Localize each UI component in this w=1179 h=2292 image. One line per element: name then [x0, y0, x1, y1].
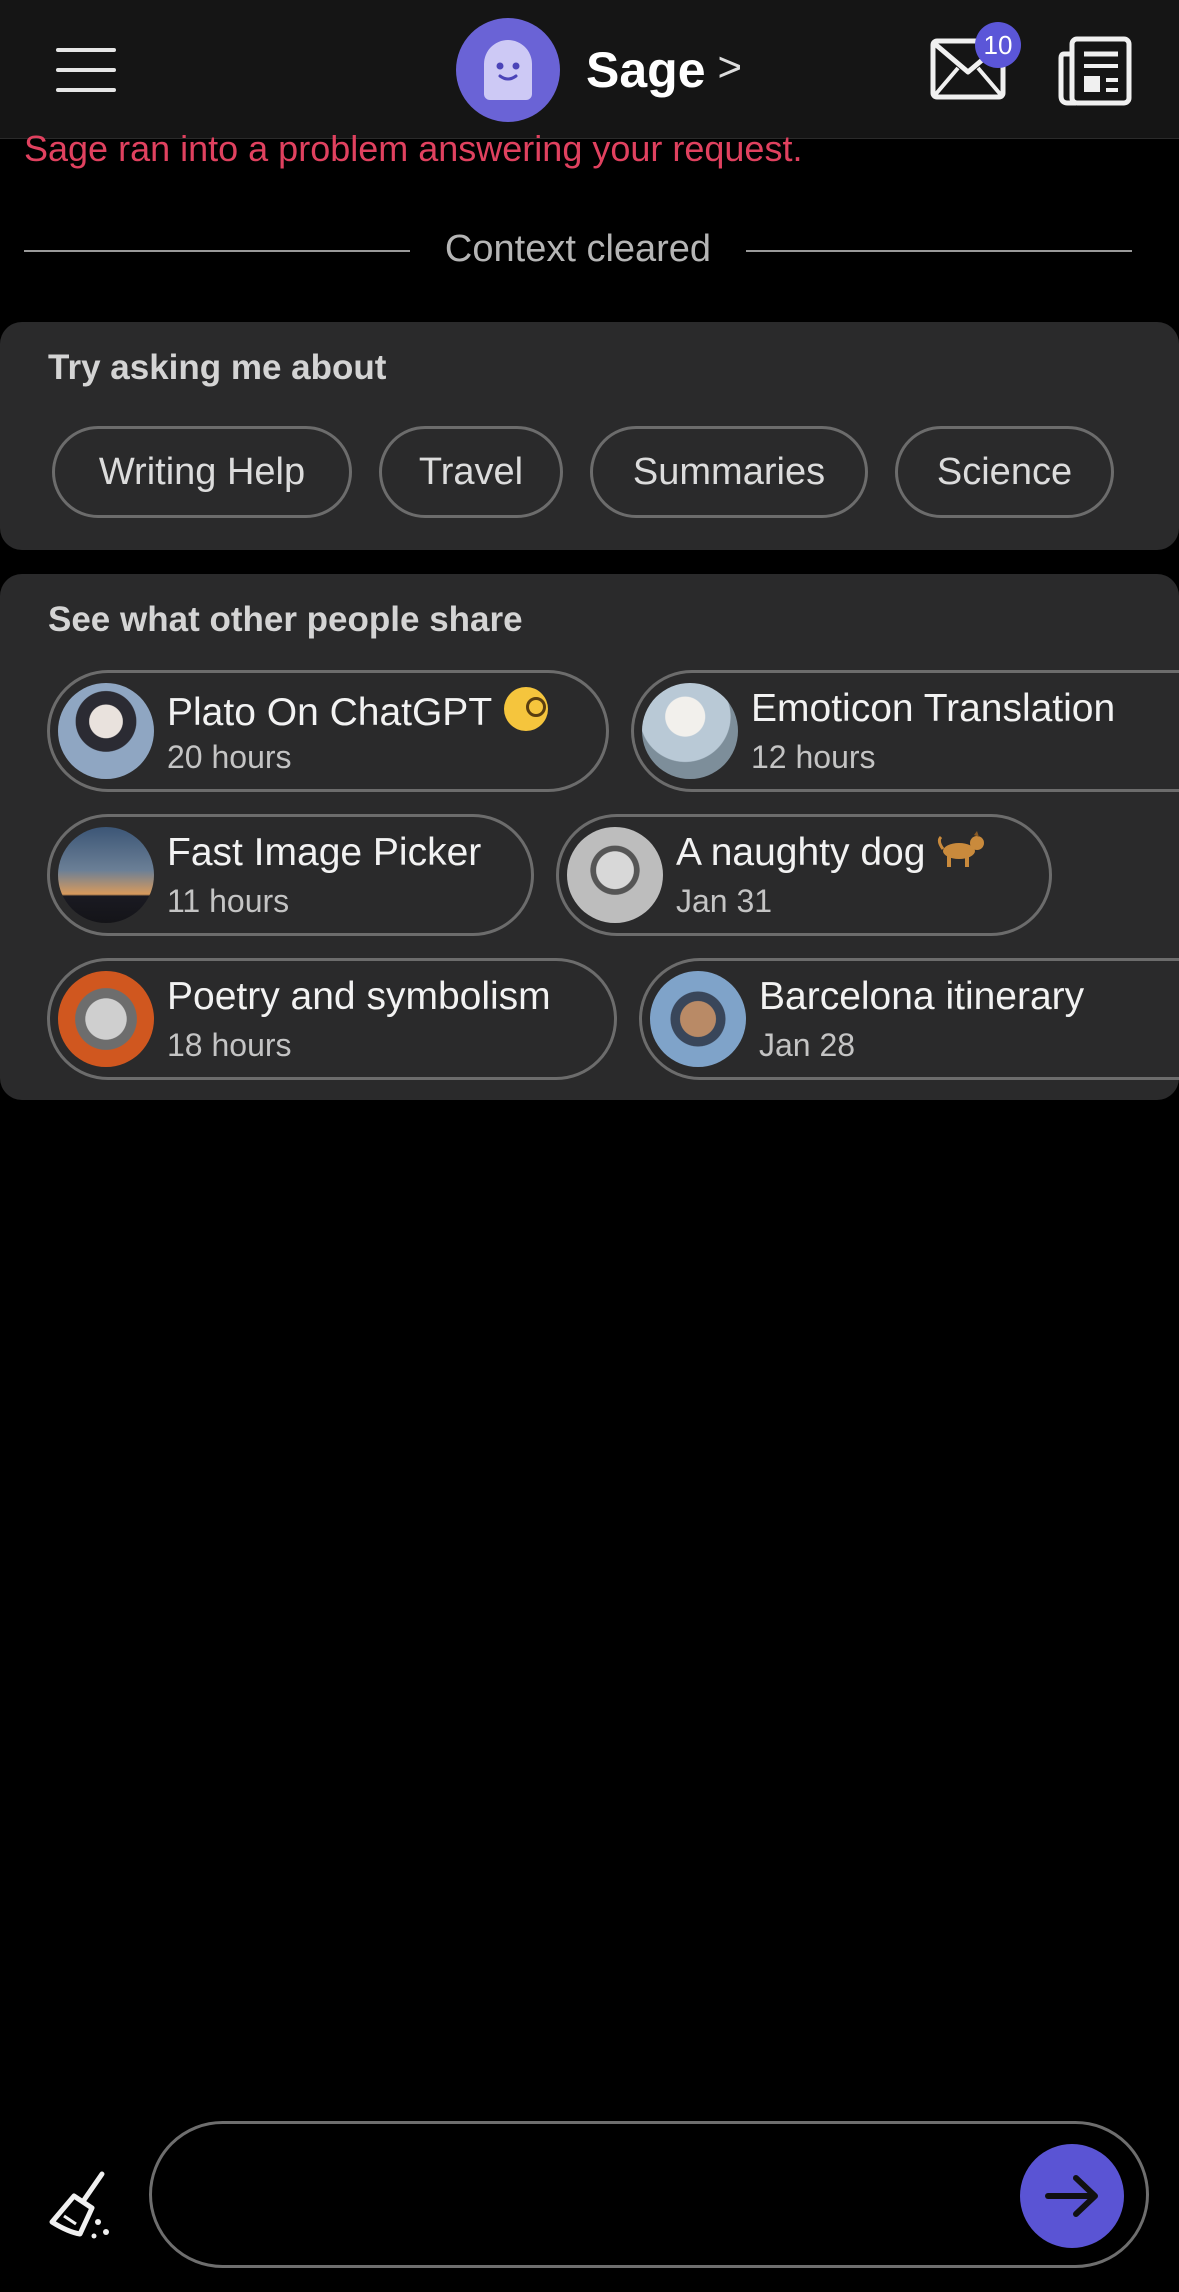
broom-icon [49, 2171, 109, 2239]
shared-item-title: A naughty dog [676, 831, 926, 874]
arrow-right-icon [1045, 2175, 1098, 2217]
bot-face-icon [496, 62, 520, 81]
shared-item-title: Poetry and symbolism [167, 975, 551, 1018]
send-button[interactable] [1020, 2144, 1124, 2248]
shared-item[interactable]: A naughty dog Jan 31 [556, 814, 1052, 936]
shared-item-time: Jan 31 [676, 883, 773, 919]
shared-item[interactable]: Barcelona itinerary Jan 28 [639, 958, 1179, 1080]
shared-item-time: 20 hours [167, 739, 292, 775]
suggestion-chip-science[interactable]: Science [895, 426, 1114, 518]
suggestions-title: Try asking me about [48, 348, 387, 387]
chevron-right-icon: > [717, 43, 743, 90]
shared-item-time: 18 hours [167, 1027, 292, 1063]
monocle-face-icon [504, 687, 549, 731]
menu-button[interactable] [52, 44, 120, 96]
message-composer[interactable] [149, 2121, 1149, 2268]
shared-item-title: Barcelona itinerary [759, 975, 1085, 1018]
shared-title: See what other people share [48, 600, 523, 639]
message-input[interactable] [192, 2154, 996, 2236]
shared-item-title: Fast Image Picker [167, 831, 482, 874]
bot-avatar [456, 18, 560, 122]
context-cleared-label: Context cleared [444, 228, 712, 270]
menu-icon [56, 88, 116, 92]
shared-item[interactable]: Poetry and symbolism 18 hours [47, 958, 617, 1080]
error-message: Sage ran into a problem answering your r… [24, 128, 803, 169]
suggestions-card: Try asking me about Writing Help Travel … [0, 322, 1179, 550]
menu-icon [56, 68, 116, 72]
shared-item[interactable]: Fast Image Picker 11 hours [47, 814, 534, 936]
bot-title-button[interactable]: Sage > [456, 18, 742, 122]
avatar [58, 683, 154, 779]
suggestion-chip-travel[interactable]: Travel [379, 426, 563, 518]
avatar [58, 971, 154, 1067]
shared-card: See what other people share Plato On Cha… [0, 574, 1179, 1100]
shared-item-time: 11 hours [167, 883, 290, 919]
shared-item[interactable]: Emoticon Translation 12 hours [631, 670, 1179, 792]
shared-item-time: Jan 28 [759, 1027, 856, 1063]
divider-line [746, 250, 1132, 252]
feed-button[interactable] [1058, 36, 1132, 106]
shared-item-time: 12 hours [751, 739, 876, 775]
shared-item[interactable]: Plato On ChatGPT 20 hours [47, 670, 609, 792]
top-bar: Sage > 10 [0, 0, 1179, 139]
suggestion-chip-writing-help[interactable]: Writing Help [52, 426, 352, 518]
shared-item-title: Plato On ChatGPT [167, 691, 493, 734]
unread-badge: 10 [975, 22, 1021, 68]
clear-context-button[interactable] [44, 2166, 124, 2246]
context-cleared-divider: Context cleared [24, 226, 1132, 276]
avatar [642, 683, 738, 779]
shared-item-title: Emoticon Translation [751, 687, 1116, 730]
menu-icon [56, 48, 116, 52]
newspaper-icon [1058, 36, 1132, 106]
dog-icon [937, 831, 987, 869]
bot-name: Sage [586, 42, 706, 98]
divider-line [24, 250, 410, 252]
avatar [650, 971, 746, 1067]
avatar [58, 827, 154, 923]
avatar [567, 827, 663, 923]
suggestion-chip-summaries[interactable]: Summaries [590, 426, 868, 518]
